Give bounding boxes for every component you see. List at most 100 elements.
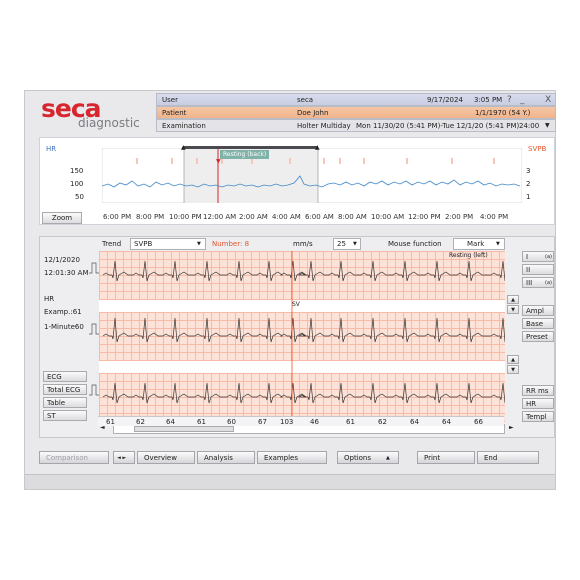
- patient-label: Patient: [162, 109, 187, 117]
- close-icon[interactable]: X: [545, 95, 551, 105]
- x-tick: 12:00 PM: [408, 213, 441, 221]
- options-label: Options: [344, 454, 372, 462]
- x-tick: 8:00 AM: [338, 213, 367, 221]
- table-tab[interactable]: Table: [43, 397, 87, 408]
- chevron-up-icon: ▲: [386, 455, 390, 461]
- mouse-function-select[interactable]: Mark ▼: [453, 238, 505, 250]
- trend-select[interactable]: SVPB ▼: [130, 238, 206, 250]
- patient-row[interactable]: Patient Doe John 1/1/1970 (54 Y.): [156, 106, 556, 119]
- range-start-handle-icon[interactable]: ▲: [181, 145, 186, 151]
- hr-values-row: 61 62 64 61 60 67 103 46 61 62 64 64 66: [98, 416, 504, 426]
- mouse-function-label: Mouse function: [388, 240, 442, 248]
- x-tick: 6:00 PM: [103, 213, 132, 221]
- lead-label: I: [526, 253, 529, 261]
- total-ecg-tab[interactable]: Total ECG: [43, 384, 87, 395]
- preset-button[interactable]: Preset: [522, 331, 554, 342]
- lead-button-2[interactable]: II: [522, 264, 554, 275]
- lead-mark: (a): [545, 254, 552, 260]
- example-count: Examp.:61: [44, 308, 82, 316]
- hr-value: 103: [280, 418, 294, 426]
- hr-value: 62: [136, 418, 145, 426]
- exam-label: Examination: [162, 122, 206, 130]
- hr-value: 66: [474, 418, 483, 426]
- time-range-slider[interactable]: [184, 146, 318, 149]
- hr-value: 61: [346, 418, 355, 426]
- exam-range: Mon 11/30/20 (5:41 PM)-Tue 12/1/20 (5:41…: [356, 122, 520, 130]
- ecg-trace: [102, 260, 505, 282]
- exam-duration: 24:00: [519, 122, 540, 130]
- ecg-panel: Trend SVPB ▼ Number: 8 mm/s 25 ▼ Mouse f…: [39, 236, 555, 438]
- hr-label: HR: [46, 145, 57, 153]
- analysis-button[interactable]: Analysis: [197, 451, 255, 464]
- overview-button[interactable]: Overview: [137, 451, 195, 464]
- y-tick: 150: [70, 167, 84, 175]
- base-button[interactable]: Base: [522, 318, 554, 329]
- x-tick: 10:00 AM: [371, 213, 405, 221]
- templ-button[interactable]: Templ: [522, 411, 554, 422]
- ecg-waveforms: [102, 251, 505, 422]
- hr-value: 46: [310, 418, 319, 426]
- exam-row[interactable]: Examination Holter Multiday Mon 11/30/20…: [156, 119, 556, 132]
- lead-label: III: [526, 279, 533, 287]
- brand-product: diagnostic: [78, 116, 140, 130]
- hr-side-label: HR: [44, 295, 55, 303]
- st-tab[interactable]: ST: [43, 410, 87, 421]
- lead-button-1[interactable]: I (a): [522, 251, 554, 262]
- status-bar: [25, 474, 555, 489]
- hr-trend-plot[interactable]: [101, 147, 523, 204]
- marker-arrow-icon: ▼: [216, 158, 221, 165]
- user-value: seca: [297, 96, 314, 104]
- chevron-down-icon: ▼: [353, 241, 357, 247]
- chevron-down-icon[interactable]: ▼: [545, 123, 550, 129]
- scroll-thumb[interactable]: [134, 426, 234, 432]
- speed-select[interactable]: 25 ▼: [333, 238, 361, 250]
- ampl-button[interactable]: Ampl: [522, 305, 554, 316]
- minimize-icon[interactable]: _: [520, 95, 525, 105]
- rr-ms-button[interactable]: RR ms: [522, 385, 554, 396]
- scroll-up-icon[interactable]: ▲: [507, 355, 519, 364]
- nav-arrows-icon[interactable]: ◄ ►: [113, 451, 135, 464]
- calibration-pulses: [89, 262, 99, 396]
- resting-left-label: Resting (left): [449, 252, 488, 259]
- hr-value: 60: [227, 418, 236, 426]
- hr-value: 67: [258, 418, 267, 426]
- print-button[interactable]: Print: [417, 451, 475, 464]
- x-tick: 10:00 PM: [169, 213, 202, 221]
- ecg-tab[interactable]: ECG: [43, 371, 87, 382]
- strip-date: 12/1/2020: [44, 256, 80, 264]
- minute-hr: 1-Minute60: [44, 323, 84, 331]
- scroll-end-icon[interactable]: ►: [509, 425, 514, 431]
- help-icon[interactable]: ?: [507, 95, 512, 105]
- hr-value: 62: [378, 418, 387, 426]
- hr-button[interactable]: HR: [522, 398, 554, 409]
- scroll-down-icon[interactable]: ▼: [507, 305, 519, 314]
- comparison-button[interactable]: Comparison: [39, 451, 109, 464]
- x-tick: 12:00 AM: [203, 213, 237, 221]
- hr-value: 64: [166, 418, 175, 426]
- hr-value: 61: [106, 418, 115, 426]
- lead-mark: (a): [545, 280, 552, 286]
- lead-button-3[interactable]: III (a): [522, 277, 554, 288]
- patient-name: Doe John: [297, 109, 329, 117]
- ecg-trace: [102, 317, 505, 343]
- lead-label: II: [526, 266, 531, 274]
- user-row[interactable]: User seca 9/17/2024 3:05 PM ? _ X: [156, 93, 556, 106]
- range-end-handle-icon[interactable]: ▲: [315, 145, 320, 151]
- x-tick: 2:00 PM: [445, 213, 474, 221]
- options-button[interactable]: Options ▲: [337, 451, 399, 464]
- vertical-scroll-arrows: ▲ ▼ ▲ ▼: [507, 251, 519, 422]
- patient-dob: 1/1/1970 (54 Y.): [475, 109, 531, 117]
- x-tick: 4:00 AM: [272, 213, 301, 221]
- resting-marker[interactable]: Resting (back): [220, 150, 270, 159]
- speed-label: mm/s: [293, 240, 313, 248]
- scroll-down-icon[interactable]: ▼: [507, 365, 519, 374]
- ecg-strips[interactable]: Resting (left) SV: [99, 251, 505, 422]
- scroll-up-icon[interactable]: ▲: [507, 295, 519, 304]
- y-tick: 100: [70, 180, 84, 188]
- zoom-button[interactable]: Zoom: [42, 212, 82, 224]
- hr-value: 64: [410, 418, 419, 426]
- chevron-down-icon: ▼: [496, 241, 500, 247]
- end-button[interactable]: End: [477, 451, 539, 464]
- examples-button[interactable]: Examples: [257, 451, 327, 464]
- strip-time: 12:01:30 AM: [44, 269, 89, 277]
